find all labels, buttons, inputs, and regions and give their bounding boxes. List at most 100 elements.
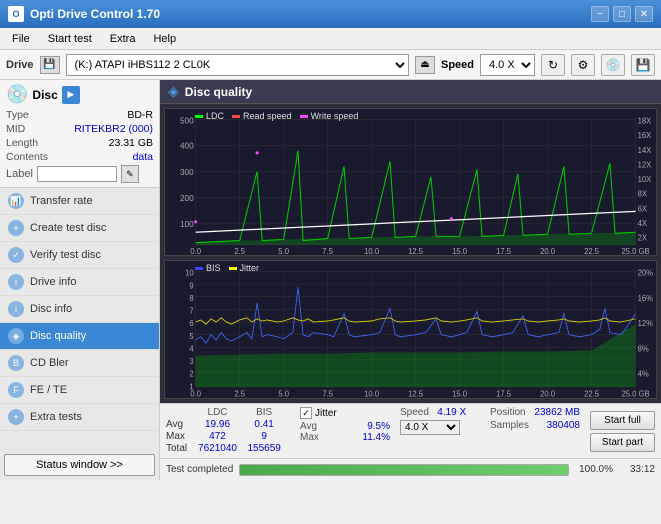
write-dot [300,115,308,118]
svg-text:4X: 4X [638,219,647,228]
content-area: ◈ Disc quality LDC Read speed [160,80,661,480]
read-dot [232,115,240,118]
create-test-disc-icon: + [8,220,24,236]
contents-value: data [133,151,153,163]
sidebar-item-disc-quality[interactable]: ◈ Disc quality [0,323,159,350]
minimize-button[interactable]: − [591,6,609,22]
menu-help[interactable]: Help [145,31,184,47]
legend-bis: BIS [195,263,221,273]
svg-text:100: 100 [180,220,194,229]
svg-text:0.0: 0.0 [190,247,201,255]
save-button[interactable]: 💾 [631,54,655,76]
eject-icon[interactable]: ⏏ [415,56,435,74]
transfer-rate-label: Transfer rate [30,195,93,207]
sidebar-item-verify-test-disc[interactable]: ✓ Verify test disc [0,242,159,269]
progress-area: Test completed 100.0% 33:12 [160,458,661,480]
sidebar-item-transfer-rate[interactable]: 📊 Transfer rate [0,188,159,215]
speed-row: Speed 4.19 X [400,407,480,418]
drive-info-label: Drive info [30,276,76,288]
svg-text:5.0: 5.0 [278,390,289,398]
bis-label: BIS [206,263,221,273]
maximize-button[interactable]: □ [613,6,631,22]
transfer-rate-icon: 📊 [8,193,24,209]
close-button[interactable]: ✕ [635,6,653,22]
disc-title: Disc [32,88,57,102]
speed-target-select[interactable]: 4.0 X [400,420,460,435]
svg-text:18X: 18X [638,117,652,126]
label-edit-btn[interactable]: ✎ [121,165,139,183]
extra-tests-icon: + [8,409,24,425]
label-text: Label [6,168,33,180]
sidebar-item-drive-info[interactable]: i Drive info [0,269,159,296]
svg-text:25.0 GB: 25.0 GB [621,247,649,255]
svg-text:10.0: 10.0 [364,247,379,255]
legend-read: Read speed [232,111,292,121]
disc-icon: 💿 [6,84,28,105]
progress-time: 33:12 [619,464,655,475]
jitter-avg-label: Avg [300,421,317,432]
svg-text:7.5: 7.5 [322,390,333,398]
disc-quality-title: Disc quality [185,85,252,99]
legend-write: Write speed [300,111,359,121]
svg-text:15.0: 15.0 [452,390,468,398]
settings-button[interactable]: ⚙ [571,54,595,76]
position-label: Position [490,407,526,418]
jitter-dot [229,267,237,270]
sidebar-item-extra-tests[interactable]: + Extra tests [0,404,159,431]
label-input[interactable] [37,166,117,182]
jitter-section: ✓ Jitter Avg 9.5% Max 11.4% [300,407,390,443]
position-section: Position 23862 MB Samples 380408 [490,407,580,431]
disc-button[interactable]: 💿 [601,54,625,76]
drive-select[interactable]: (K:) ATAPI iHBS112 2 CL0K [66,54,409,76]
verify-test-disc-icon: ✓ [8,247,24,263]
write-dot-2 [256,151,259,154]
position-row: Position 23862 MB [490,407,580,418]
progress-percent: 100.0% [575,464,613,475]
legend-jitter: Jitter [229,263,260,273]
svg-text:8%: 8% [638,345,649,354]
drive-info-icon: i [8,274,24,290]
sidebar-item-fe-te[interactable]: F FE / TE [0,377,159,404]
mid-label: MID [6,123,25,135]
svg-text:12.5: 12.5 [408,390,423,398]
drive-icon-small: 💾 [40,56,60,74]
refresh-button[interactable]: ↻ [541,54,565,76]
legend-ldc: LDC [195,111,224,121]
extra-tests-label: Extra tests [30,411,82,423]
position-value: 23862 MB [534,407,580,418]
svg-text:17.5: 17.5 [496,390,511,398]
speed-label: Speed [441,59,474,71]
max-bis: 9 [246,431,290,443]
bis-dot [195,267,203,270]
svg-text:12.5: 12.5 [408,247,423,255]
menu-extra[interactable]: Extra [102,31,144,47]
avg-ldc: 19.96 [197,419,247,431]
disc-header: 💿 Disc ▶ [6,84,153,105]
sidebar-item-cd-bler[interactable]: B CD Bler [0,350,159,377]
max-label: Max [166,431,197,443]
menu-start-test[interactable]: Start test [40,31,100,47]
progress-bar-outer [239,464,569,476]
menu-file[interactable]: File [4,31,38,47]
sidebar-item-create-test-disc[interactable]: + Create test disc [0,215,159,242]
stats-table: LDC BIS Avg 19.96 0.41 Max 472 9 [166,407,290,455]
read-label: Read speed [243,111,292,121]
stats-panel: LDC BIS Avg 19.96 0.41 Max 472 9 [160,403,661,458]
max-ldc: 472 [197,431,247,443]
speed-select[interactable]: 4.0 X [480,54,535,76]
action-buttons: Start full Start part [590,411,655,452]
sidebar-item-disc-info[interactable]: i Disc info [0,296,159,323]
status-window-button[interactable]: Status window >> [4,454,155,476]
ldc-label: LDC [206,111,224,121]
jitter-checkbox[interactable]: ✓ [300,407,312,419]
drivebar: Drive 💾 (K:) ATAPI iHBS112 2 CL0K ⏏ Spee… [0,50,661,80]
start-full-button[interactable]: Start full [590,411,655,430]
svg-text:10: 10 [185,269,194,278]
start-part-button[interactable]: Start part [590,433,655,452]
svg-text:2: 2 [189,370,193,379]
total-bis: 155659 [246,443,290,455]
fe-te-icon: F [8,382,24,398]
nav-items: 📊 Transfer rate + Create test disc ✓ Ver… [0,188,159,450]
disc-action-btn[interactable]: ▶ [62,86,80,104]
svg-text:400: 400 [180,142,194,151]
